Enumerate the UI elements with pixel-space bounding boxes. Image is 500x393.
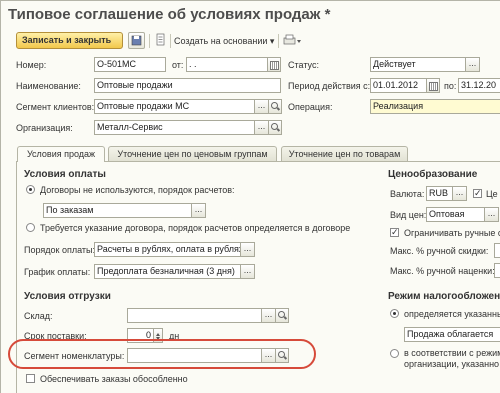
name-field[interactable]: Оптовые продажи	[94, 78, 281, 93]
currency-field[interactable]: RUB	[426, 186, 453, 201]
limit-manual-checkbox[interactable]: ✓	[390, 228, 399, 237]
max-markup-label: Макс. % ручной наценки:	[390, 266, 495, 276]
toolbar-separator	[278, 34, 279, 48]
organization-field[interactable]: Металл-Сервис	[94, 120, 255, 135]
organization-label: Организация:	[16, 123, 73, 133]
radio-tax-org[interactable]	[390, 349, 399, 358]
printer-icon	[283, 34, 301, 45]
payment-schedule-select-button[interactable]: ...	[241, 264, 255, 279]
pricing-section-title: Ценообразование	[388, 169, 478, 180]
payment-schedule-label: График оплаты:	[24, 267, 91, 277]
status-select-button[interactable]: ...	[466, 57, 480, 72]
radio-no-contracts[interactable]	[26, 185, 35, 194]
document-list-icon	[156, 33, 165, 46]
create-based-button[interactable]: Создать на основании ▾	[174, 36, 274, 47]
search-icon[interactable]	[269, 120, 282, 135]
radio-tax-org-label-2: организации, указанно	[404, 359, 500, 369]
tab-sales-conditions[interactable]: Условия продаж	[17, 146, 105, 162]
separate-orders-checkbox[interactable]	[26, 374, 35, 383]
number-label: Номер:	[16, 60, 47, 70]
tab-price-groups[interactable]: Уточнение цен по ценовым группам	[108, 146, 277, 161]
payment-section-title: Условия оплаты	[24, 169, 106, 180]
payment-order-field[interactable]: Расчеты в рублях, оплата в рублях	[94, 242, 241, 257]
payment-order-label: Порядок оплаты:	[24, 245, 95, 255]
period-to-label: по:	[444, 81, 457, 91]
settlement-order-select-button[interactable]: ...	[192, 203, 206, 218]
client-segment-select-button[interactable]: ...	[255, 99, 269, 114]
client-segment-field[interactable]: Оптовые продажи МС	[94, 99, 255, 114]
period-label: Период действия с:	[288, 81, 371, 91]
separate-orders-label: Обеспечивать заказы обособленно	[40, 374, 188, 384]
radio-tax-determined[interactable]	[390, 309, 399, 318]
shipping-section-title: Условия отгрузки	[24, 291, 111, 302]
radio-tax-org-label-1: в соответствии с режим	[404, 348, 500, 358]
tax-mode-field[interactable]: Продажа облагается	[404, 327, 500, 342]
calendar-icon[interactable]	[268, 57, 281, 72]
search-icon[interactable]	[269, 99, 282, 114]
max-discount-field[interactable]	[494, 243, 500, 258]
print-menu-button[interactable]	[281, 33, 303, 50]
currency-check-label: Це	[486, 189, 498, 199]
tab-price-products[interactable]: Уточнение цен по товарам	[281, 146, 408, 161]
currency-label: Валюта:	[390, 189, 425, 199]
period-from-field[interactable]: 01.01.2012	[370, 78, 427, 93]
list-icon[interactable]	[153, 32, 170, 49]
settlement-order-field[interactable]: По заказам	[43, 203, 192, 218]
floppy-icon	[131, 35, 142, 46]
currency-select-button[interactable]: ...	[453, 186, 467, 201]
toolbar-separator	[149, 34, 150, 48]
status-field[interactable]: Действует	[370, 57, 466, 72]
tax-section-title: Режим налогообложен	[388, 291, 500, 302]
date-label: от:	[172, 60, 184, 70]
period-to-field[interactable]: 31.12.20	[458, 78, 500, 93]
limit-manual-label: Ограничивать ручные с	[404, 228, 500, 238]
radio-contract-required[interactable]	[26, 223, 35, 232]
number-field[interactable]: О-501МС	[94, 57, 166, 72]
name-label: Наименование:	[16, 81, 81, 91]
chevron-down-icon: ▾	[269, 36, 275, 46]
warehouse-label: Склад:	[24, 311, 53, 321]
client-segment-label: Сегмент клиентов:	[16, 102, 95, 112]
max-markup-field[interactable]	[494, 263, 500, 278]
status-label: Статус:	[288, 60, 319, 70]
search-icon[interactable]	[276, 308, 289, 323]
operation-field[interactable]: Реализация	[370, 99, 500, 114]
operation-label: Операция:	[288, 102, 333, 112]
payment-schedule-field[interactable]: Предоплата безналичная (3 дня)	[94, 264, 241, 279]
warehouse-field[interactable]	[127, 308, 262, 323]
save-icon[interactable]	[128, 32, 145, 49]
organization-select-button[interactable]: ...	[255, 120, 269, 135]
price-type-field[interactable]: Оптовая	[426, 207, 485, 222]
save-close-button[interactable]: Записать и закрыть	[16, 32, 123, 49]
highlight-annotation	[8, 339, 316, 369]
payment-order-select-button[interactable]: ...	[241, 242, 255, 257]
warehouse-select-button[interactable]: ...	[262, 308, 276, 323]
radio-contract-required-label: Требуется указание договора, порядок рас…	[40, 223, 351, 233]
max-discount-label: Макс. % ручной скидки:	[390, 246, 489, 256]
create-based-label: Создать на основании	[174, 36, 268, 46]
radio-no-contracts-label: Договоры не используются, порядок расчет…	[40, 185, 235, 195]
toolbar-separator	[170, 34, 171, 48]
currency-checkbox[interactable]: ✓	[473, 189, 482, 198]
window-title: Типовое соглашение об условиях продаж *	[8, 6, 331, 23]
price-type-select-button[interactable]: ...	[485, 207, 499, 222]
date-field[interactable]: . .	[186, 57, 268, 72]
calendar-icon[interactable]	[427, 78, 440, 93]
price-type-label: Вид цен:	[390, 210, 427, 220]
radio-tax-determined-label: определяется указанны	[404, 309, 500, 319]
